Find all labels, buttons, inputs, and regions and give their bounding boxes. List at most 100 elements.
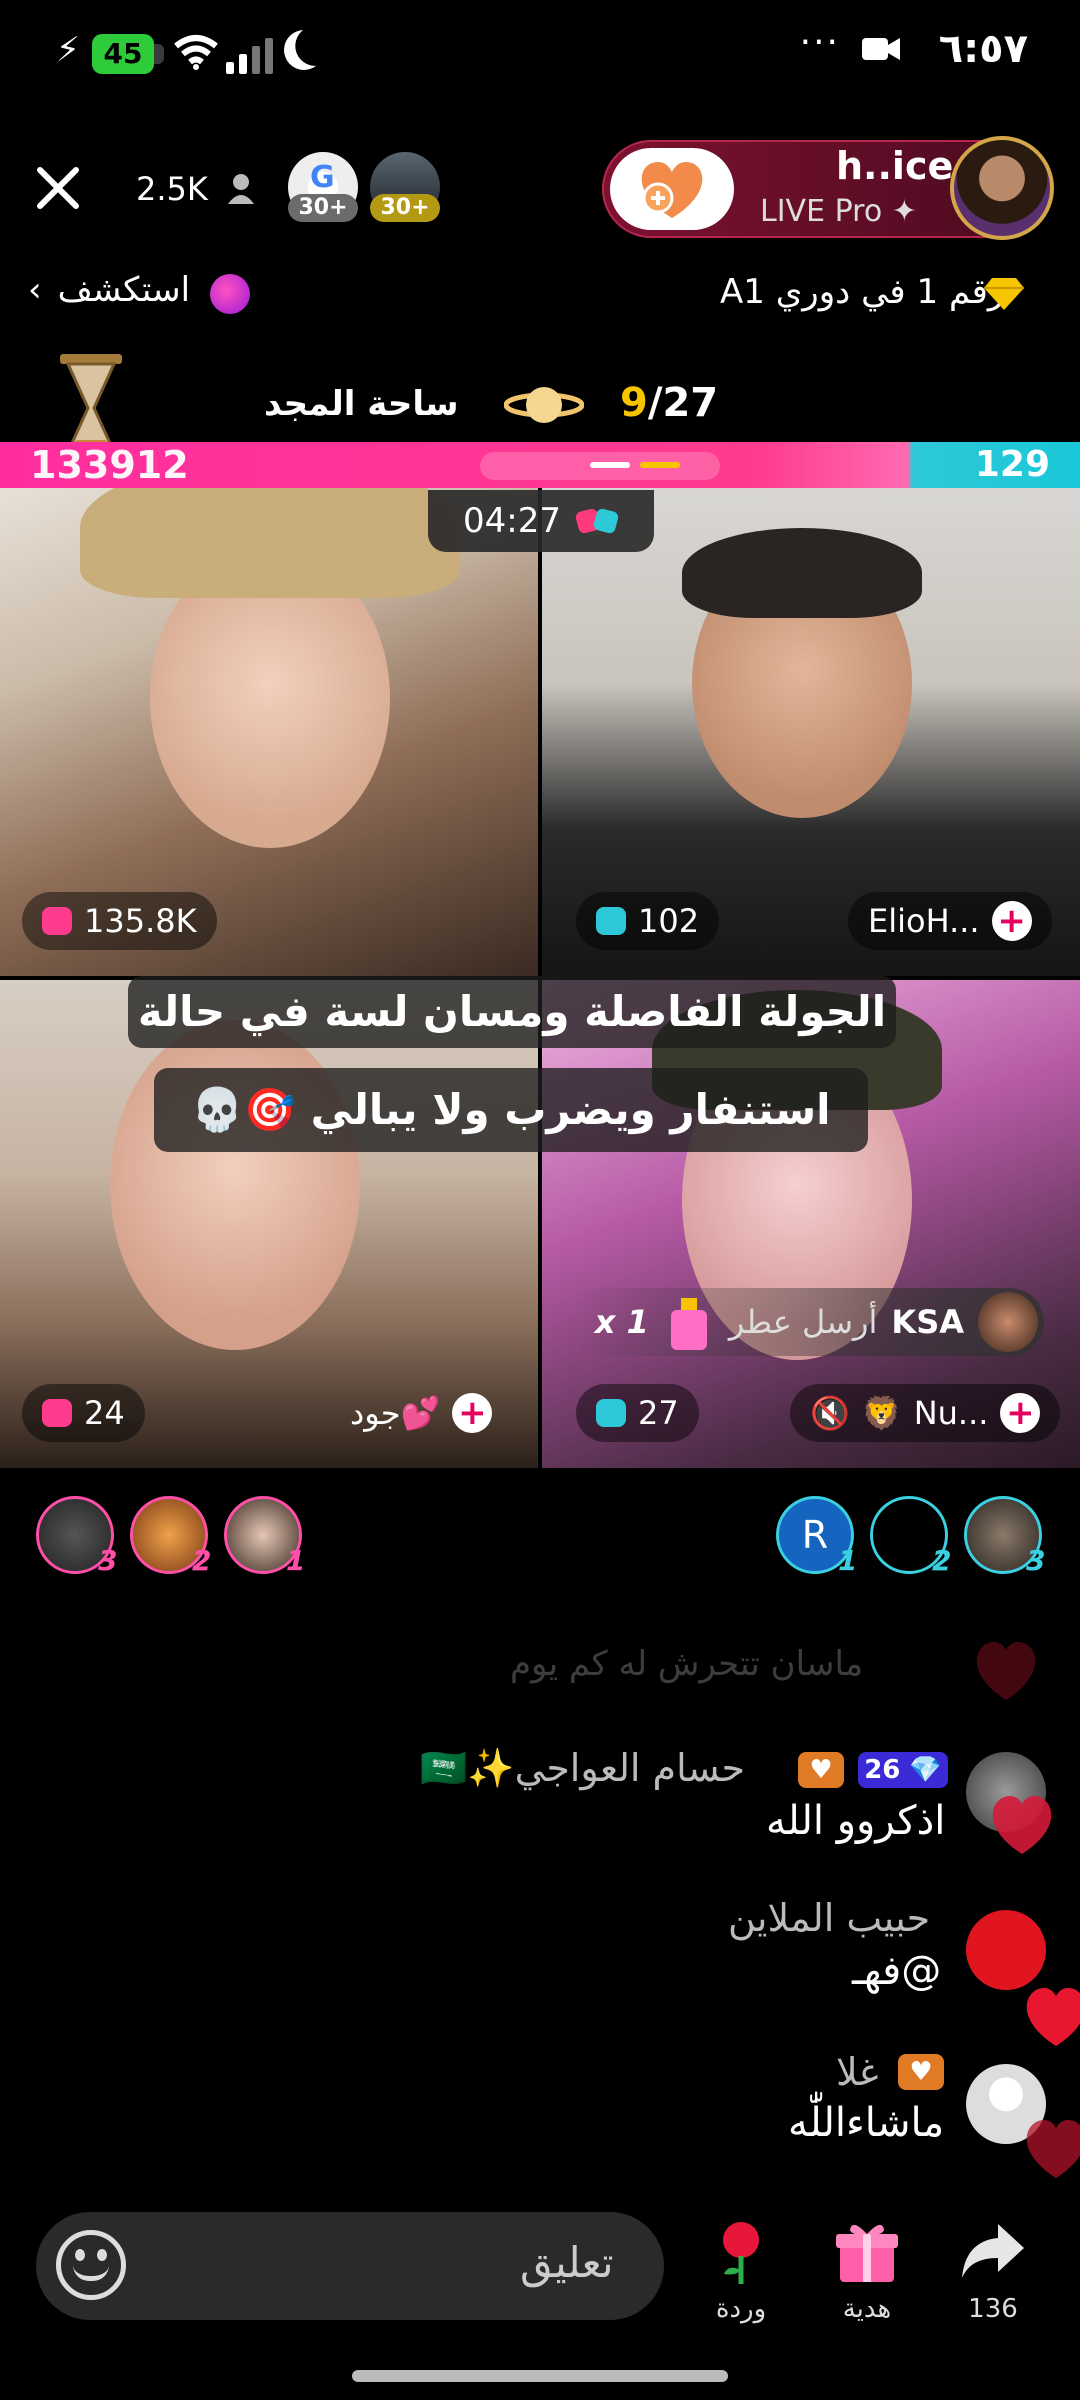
top-gifter-rank: 3 (98, 1544, 118, 1577)
gift-count: x 1 (594, 1303, 649, 1341)
diamond-icon (984, 278, 1024, 310)
perfume-gift-icon (670, 1298, 707, 1350)
score-icon (42, 907, 72, 935)
pk-gloves-icon (575, 508, 619, 534)
user-level: 26 (864, 1755, 901, 1785)
gift-text: أرسل عطر (728, 1303, 878, 1341)
tile-3-name-pill[interactable]: جود💕 + (330, 1384, 512, 1442)
rose-icon (723, 2222, 759, 2284)
clock: ٦:٥٧ (938, 26, 1028, 72)
chat-message: @فهـ (852, 1948, 942, 1994)
tile-2-name: ElioH... (868, 902, 980, 940)
tile-4-score[interactable]: 27 (576, 1384, 699, 1442)
gift-notification: KSA أرسل عطر x 1 (568, 1288, 1044, 1356)
user-level-badge: 26 💎 (858, 1752, 948, 1788)
round-score: 9/27 (620, 380, 718, 426)
muted-icon: 🔇 (810, 1394, 850, 1432)
opponent-gifter-rank: 1 (838, 1544, 858, 1577)
gift-sender-avatar (978, 1292, 1038, 1352)
gift-label: هدية (842, 2294, 892, 2324)
signal-icon (226, 38, 273, 74)
share-count: 136 (968, 2294, 1018, 2324)
chat-message: اذكروو الله (766, 1798, 946, 1844)
person-icon (228, 174, 254, 204)
tile-4-score-value: 27 (638, 1394, 679, 1432)
opponent-gifter-rank: 2 (932, 1544, 952, 1577)
caption-line-2: استنفار ويضرب ولا يبالي 🎯💀 (154, 1068, 868, 1152)
close-icon[interactable] (30, 160, 86, 216)
chat-username[interactable]: غلا (836, 2050, 879, 2094)
explore-link[interactable]: ‹ استكشف (28, 270, 190, 310)
chat-avatar[interactable] (966, 1910, 1046, 1990)
add-icon[interactable]: + (991, 901, 1032, 941)
tile-3-score-value: 24 (84, 1394, 125, 1432)
floating-heart-icon (1026, 1988, 1080, 2046)
pk-timer: 04:27 (428, 490, 654, 552)
tile-2-name-pill[interactable]: ElioH... + (848, 892, 1052, 950)
fan-badge-icon: ♥ (798, 1752, 844, 1788)
planet-icon (210, 274, 250, 314)
gift-button[interactable]: هدية (822, 2216, 912, 2324)
pk-mid-indicator (480, 452, 720, 480)
glory-arena-title[interactable]: ساحة المجد (264, 384, 459, 424)
participant-hat (80, 488, 460, 598)
floating-heart-icon (992, 1796, 1052, 1854)
floating-heart-icon (1026, 2120, 1080, 2178)
share-button[interactable]: 136 (948, 2216, 1038, 2324)
participant-hair (682, 528, 922, 618)
rank-badge-1: 30+ (288, 194, 358, 222)
add-icon[interactable]: + (1000, 1393, 1041, 1433)
fan-badge-icon: ♥ (898, 2054, 944, 2090)
pk-right-score: 129 (974, 444, 1050, 485)
tile-2-score[interactable]: 102 (576, 892, 720, 950)
tile-2-score-value: 102 (638, 902, 700, 940)
follow-button[interactable] (610, 148, 734, 230)
chat-username[interactable]: حبيب الملاين (728, 1896, 930, 1940)
score-icon (596, 907, 626, 935)
comment-placeholder: تعليق (520, 2238, 614, 2287)
opponent-gifter-rank: 3 (1026, 1544, 1046, 1577)
host-avatar[interactable] (950, 136, 1054, 240)
heart-plus-icon (641, 162, 703, 218)
charging-icon: ⚡ (56, 30, 80, 70)
battery-indicator: 45 (92, 34, 164, 74)
tile-4-name-pill[interactable]: 🔇 🦁 Nu... + (790, 1384, 1061, 1442)
round-current: 9 (620, 380, 648, 426)
host-name: h..ice (836, 144, 954, 188)
camera-in-use-icon (862, 38, 900, 60)
top-gifter-rank: 2 (192, 1544, 212, 1577)
score-icon (42, 1399, 72, 1427)
tile-1-score-value: 135.8K (84, 902, 197, 940)
tile-4-name: Nu... (913, 1394, 989, 1432)
status-bar: ⚡ 45 ··· ٦:٥٧ (0, 0, 1080, 110)
share-arrow-icon (962, 2224, 1024, 2278)
host-subtitle: LIVE Pro ✦ (760, 194, 917, 229)
chat-username[interactable]: حسام العواجي✨🇸🇦 (420, 1746, 745, 1791)
league-rank-text[interactable]: رقم 1 في دوري A1 (720, 272, 1004, 312)
tile-3-score[interactable]: 24 (22, 1384, 145, 1442)
google-icon: G (310, 160, 335, 195)
gift-box-icon (836, 2224, 898, 2282)
tile-3-name: جود💕 (350, 1394, 441, 1432)
pk-left-score: 133912 (30, 443, 189, 487)
saturn-icon (504, 387, 584, 423)
home-indicator[interactable] (352, 2370, 728, 2382)
timer-text: 04:27 (463, 501, 561, 541)
round-total: /27 (647, 380, 719, 426)
rose-label: وردة (715, 2294, 767, 2324)
explore-label: استكشف (57, 270, 191, 310)
score-icon (596, 1399, 626, 1427)
emoji-icon[interactable] (56, 2230, 126, 2300)
status-dots: ··· (799, 22, 840, 63)
tile-1-score[interactable]: 135.8K (22, 892, 217, 950)
gift-sender: KSA (891, 1303, 964, 1341)
chevron-left-icon: ‹ (28, 270, 42, 310)
viewer-count[interactable]: 2.5K (136, 170, 208, 208)
do-not-disturb-icon (278, 24, 329, 75)
wifi-icon (174, 35, 218, 70)
top-gifter-rank: 1 (286, 1544, 306, 1577)
chat-message: ماشاءاللّٰه (788, 2100, 945, 2146)
rose-button[interactable]: وردة (696, 2216, 786, 2324)
rank-badge-2: 30+ (370, 194, 440, 222)
add-icon[interactable]: + (452, 1393, 493, 1433)
